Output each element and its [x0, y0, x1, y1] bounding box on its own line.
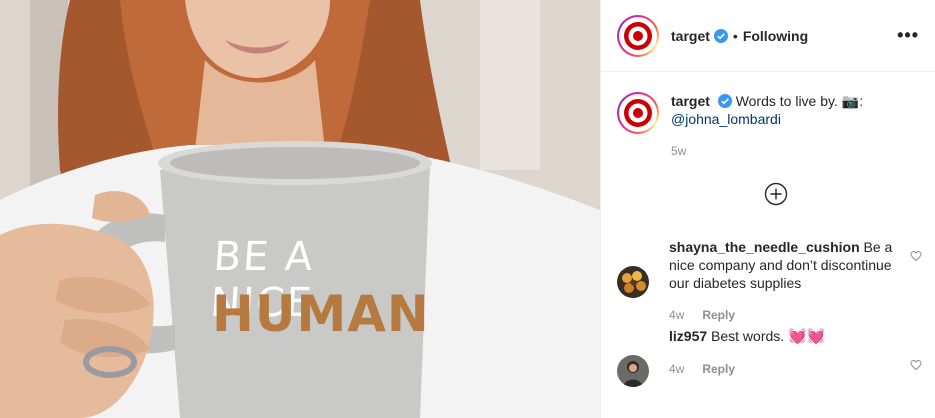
following-button[interactable]: Following [743, 28, 808, 44]
account-avatar[interactable] [617, 14, 659, 57]
comment-avatar[interactable] [617, 266, 649, 298]
caption-text-block: target Words to live by. 📷: @johna_lomba… [671, 92, 911, 160]
verified-badge-icon [713, 28, 728, 43]
heart-outline-icon[interactable] [910, 359, 922, 371]
comment-body: shayna_the_needle_cushion Be a nice comp… [669, 238, 894, 324]
comment-item: liz957 Best words. 💓💓 4w Reply [617, 327, 922, 387]
post-header: target • Following ••• [601, 0, 935, 72]
load-more-comments-icon[interactable] [764, 182, 788, 206]
comment-username[interactable]: shayna_the_needle_cushion [669, 239, 860, 255]
target-logo-icon [624, 21, 652, 50]
caption-mention-link[interactable]: @johna_lombardi [671, 111, 781, 127]
caption-text: Words to live by. 📷: [735, 93, 864, 109]
comment-meta: 4w Reply [669, 360, 894, 378]
caption-avatar[interactable] [617, 92, 659, 134]
heart-emoji: 💓💓 [788, 328, 826, 345]
caption-timestamp[interactable]: 5w [671, 142, 911, 160]
header-separator: • [732, 27, 738, 44]
post-photo[interactable]: BE A NICE HUMAN [0, 0, 600, 418]
reply-button[interactable]: Reply [702, 360, 735, 378]
comment-item: shayna_the_needle_cushion Be a nice comp… [617, 238, 922, 324]
comment-username[interactable]: liz957 [669, 328, 707, 344]
avatar-image [617, 355, 649, 387]
account-username[interactable]: target [671, 28, 710, 44]
target-logo-icon [624, 99, 652, 127]
comment-avatar[interactable] [617, 355, 649, 387]
avatar-image [617, 266, 649, 298]
more-options-button[interactable]: ••• [897, 25, 919, 46]
post-caption: target Words to live by. 📷: @johna_lomba… [617, 92, 911, 160]
comment-timestamp[interactable]: 4w [669, 360, 684, 378]
heart-outline-icon[interactable] [910, 250, 922, 262]
photo-illustration [0, 0, 600, 418]
comment-body: liz957 Best words. 💓💓 4w Reply [669, 321, 894, 387]
caption-username[interactable]: target [671, 93, 710, 109]
instagram-post: BE A NICE HUMAN target • Following ••• t… [0, 0, 935, 418]
post-side-panel: target • Following ••• target Words to l… [600, 0, 935, 418]
verified-badge-icon [717, 94, 732, 108]
comment-text: Best words. [711, 328, 785, 344]
